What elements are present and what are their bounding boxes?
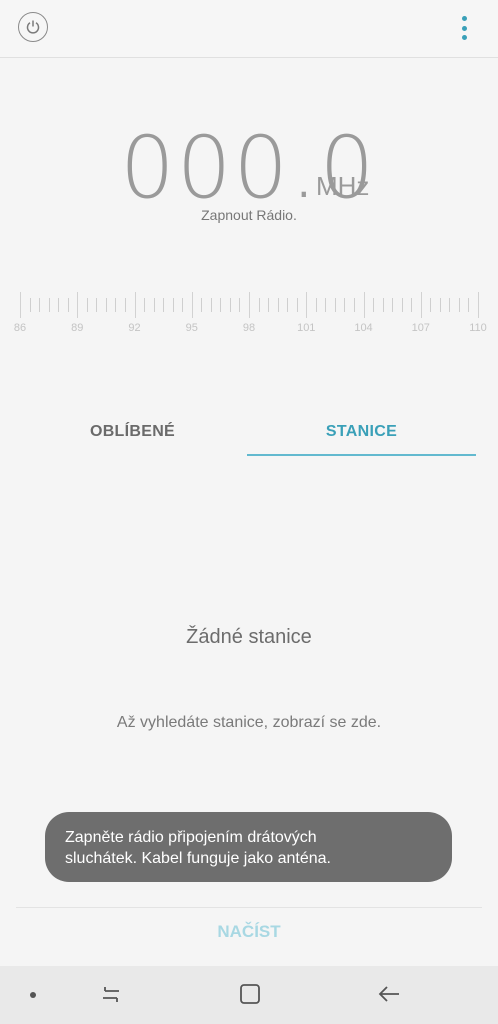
- power-icon: [26, 20, 40, 34]
- power-button[interactable]: [18, 12, 48, 42]
- scale-minor-tick: [58, 298, 60, 312]
- scale-labels: 86 89 92 95 98 101 104 107 110: [13, 322, 487, 338]
- more-vertical-icon: [461, 16, 467, 21]
- scale-minor-tick: [163, 298, 165, 312]
- toast-message: Zapněte rádio připojením drátových sluch…: [45, 812, 452, 882]
- scale-minor-tick: [439, 298, 441, 312]
- home-icon[interactable]: [238, 982, 262, 1006]
- more-options-button[interactable]: [458, 16, 470, 40]
- scale-minor-tick: [458, 298, 460, 312]
- empty-state-message: Až vyhledáte stanice, zobrazí se zde.: [116, 714, 382, 731]
- scale-major-tick: [363, 292, 365, 318]
- scale-label: 89: [71, 322, 84, 334]
- scale-minor-tick: [334, 298, 336, 312]
- scale-minor-tick: [344, 298, 346, 312]
- toast-line-1: Zapněte rádio připojením drátových: [65, 829, 317, 846]
- scale-minor-tick: [48, 298, 50, 312]
- scale-minor-tick: [153, 298, 155, 312]
- scale-label: 104: [354, 322, 373, 334]
- scale-minor-tick: [258, 298, 260, 312]
- scale-minor-tick: [296, 298, 298, 312]
- scale-major-tick: [249, 292, 250, 318]
- scale-minor-tick: [315, 298, 317, 312]
- toast-line-2: sluchátek. Kabel funguje jako anténa.: [65, 850, 331, 867]
- scale-minor-tick: [382, 298, 384, 312]
- scale-label: 101: [297, 322, 316, 334]
- recent-apps-icon[interactable]: [98, 982, 124, 1006]
- scale-label: 86: [13, 322, 27, 334]
- nav-dot-icon[interactable]: [30, 992, 36, 998]
- scale-minor-tick: [373, 298, 375, 312]
- scale-major-tick: [191, 292, 193, 318]
- scale-minor-tick: [268, 298, 270, 312]
- scale-label: 92: [128, 322, 141, 334]
- empty-state-title: Žádné stanice: [186, 626, 312, 648]
- back-icon[interactable]: [376, 982, 402, 1006]
- scale-major-tick: [77, 292, 79, 318]
- scale-minor-tick: [449, 298, 451, 312]
- scale-label: 98: [242, 322, 256, 334]
- frequency-unit: MHz: [316, 171, 370, 201]
- scale-minor-tick: [105, 298, 107, 312]
- scale-minor-tick: [411, 298, 413, 312]
- divider: [16, 907, 482, 908]
- scale-minor-tick: [468, 298, 470, 312]
- scale-minor-tick: [353, 298, 355, 312]
- scale-label: 107: [411, 322, 430, 334]
- scale-major-tick: [134, 292, 136, 318]
- frequency-display: 000.0 MHz: [0, 118, 498, 218]
- scale-minor-tick: [277, 298, 279, 312]
- tab-favorites[interactable]: OBLÍBENÉ: [18, 412, 247, 454]
- scale-minor-tick: [144, 298, 146, 312]
- frequency-scale[interactable]: 86 89 92 95 98 101 104 107 110: [13, 292, 487, 342]
- scale-major-tick: [478, 292, 479, 318]
- tab-bar: OBLÍBENÉ STANICE: [18, 412, 476, 456]
- scale-minor-tick: [401, 298, 403, 312]
- scale-minor-tick: [29, 298, 31, 312]
- radio-status-text[interactable]: Zapnout Rádio.: [0, 207, 498, 223]
- scale-minor-tick: [229, 298, 231, 312]
- scale-minor-tick: [287, 298, 289, 312]
- scale-major-tick: [306, 292, 308, 318]
- scale-label: 110: [469, 322, 487, 334]
- tab-stations[interactable]: STANICE: [247, 412, 476, 456]
- scale-major-tick: [420, 292, 422, 318]
- scale-minor-tick: [325, 298, 327, 312]
- scale-minor-tick: [124, 298, 126, 312]
- scale-minor-tick: [430, 298, 432, 312]
- scale-minor-tick: [39, 298, 41, 312]
- scale-minor-tick: [210, 298, 212, 312]
- load-button[interactable]: NAČÍST: [0, 922, 498, 942]
- scale-minor-tick: [86, 298, 88, 312]
- top-bar: [0, 0, 498, 58]
- scale-minor-tick: [182, 298, 184, 312]
- scale-minor-tick: [172, 298, 174, 312]
- system-nav-bar: [0, 966, 498, 1024]
- scale-minor-tick: [115, 298, 117, 312]
- scale-minor-tick: [96, 298, 98, 312]
- scale-major-tick: [20, 292, 21, 318]
- scale-label: 95: [185, 322, 198, 334]
- scale-minor-tick: [201, 298, 203, 312]
- scale-minor-tick: [67, 298, 69, 312]
- scale-minor-tick: [392, 298, 394, 312]
- scale-ticks: [16, 292, 482, 322]
- scale-minor-tick: [239, 298, 241, 312]
- scale-minor-tick: [220, 298, 222, 312]
